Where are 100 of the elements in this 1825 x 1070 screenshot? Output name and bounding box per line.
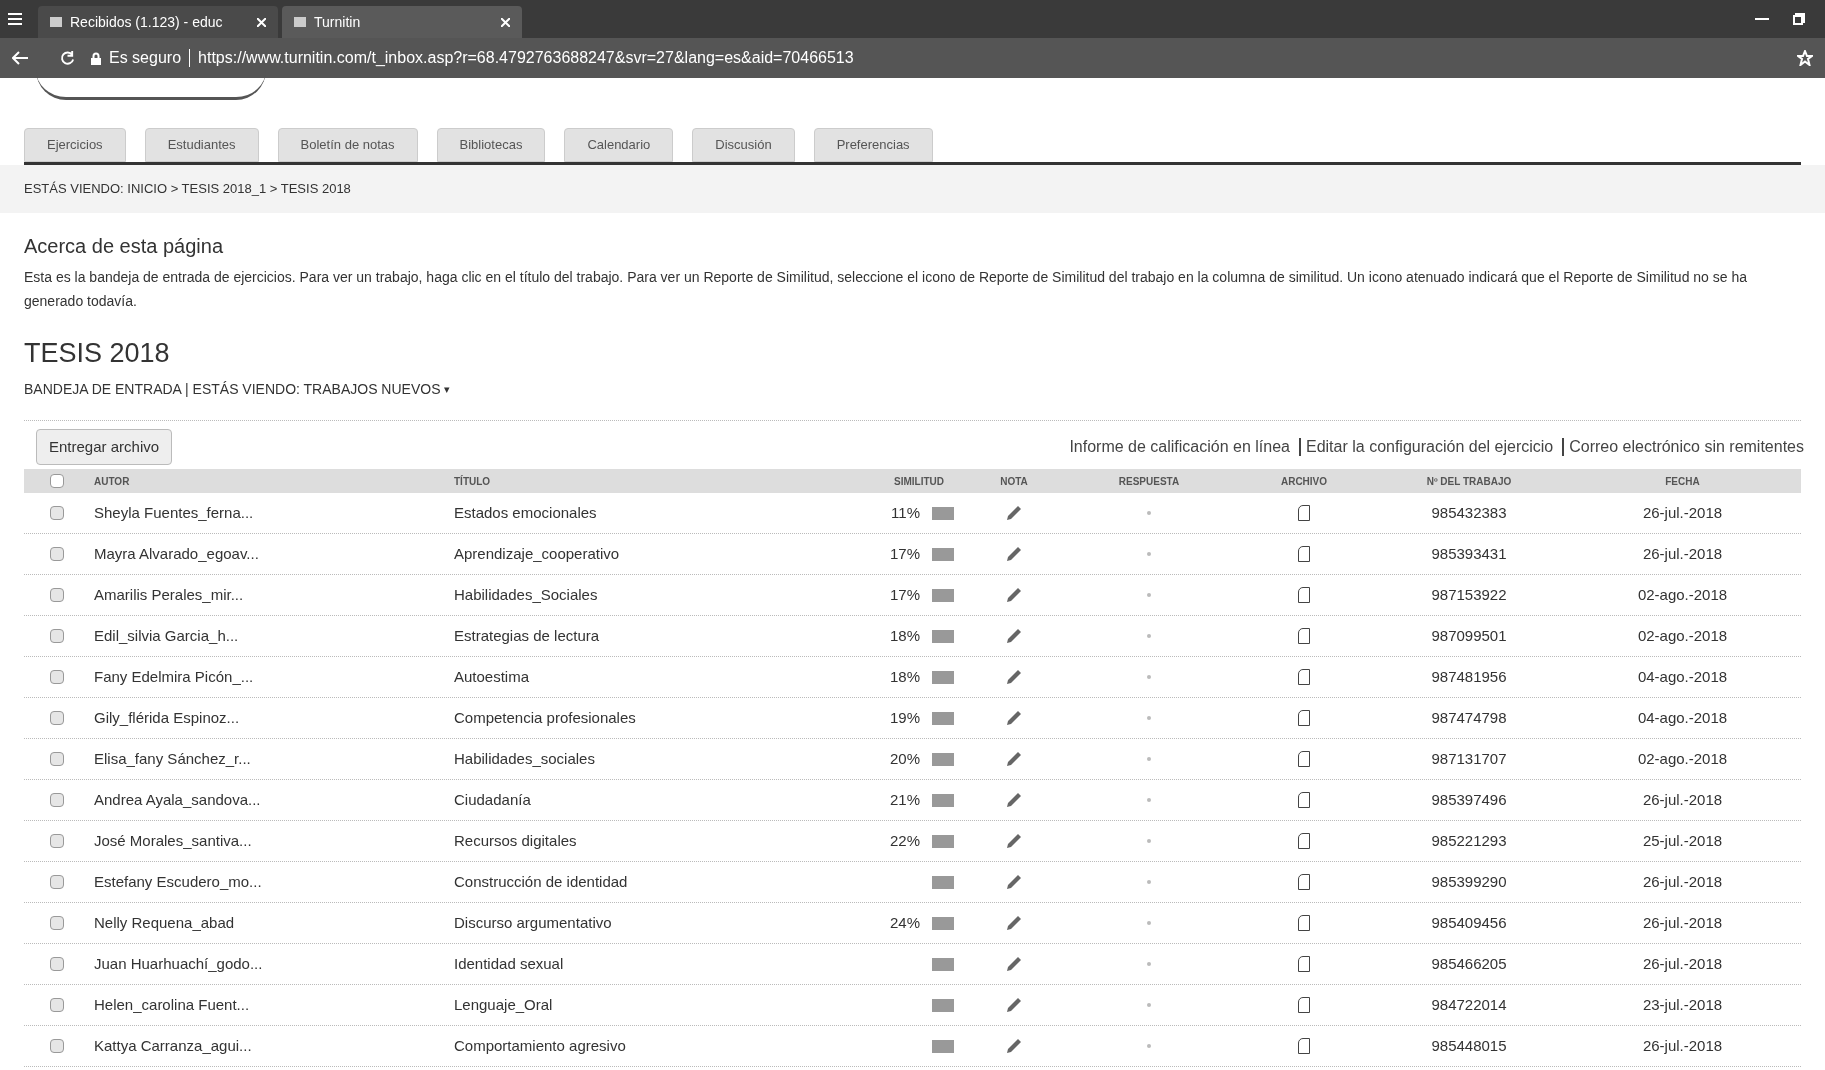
row-checkbox[interactable] [50,752,64,766]
row-checkbox[interactable] [50,916,64,930]
date-cell-text: 26-jul.-2018 [1642,543,1723,564]
row-checkbox[interactable] [50,793,64,807]
author-cell-text: Nelly Requena_abad [94,912,236,933]
nav-tab[interactable]: Ejercicios [24,128,126,162]
nav-tab[interactable]: Bibliotecas [436,128,546,162]
similarity-report-icon[interactable] [932,875,954,889]
pencil-icon[interactable] [1005,996,1023,1014]
file-icon[interactable] [1298,833,1310,849]
file-icon[interactable] [1298,792,1310,808]
select-all-checkbox[interactable] [50,474,64,488]
pencil-icon[interactable] [1005,873,1023,891]
file-icon[interactable] [1298,546,1310,562]
row-checkbox[interactable] [50,834,64,848]
similarity-report-icon[interactable] [932,752,954,766]
pencil-icon[interactable] [1005,791,1023,809]
restore-icon[interactable] [1793,13,1805,25]
file-icon[interactable] [1298,956,1310,972]
paper-title-link[interactable]: Ciudadanía [454,788,531,812]
pencil-icon[interactable] [1005,914,1023,932]
dropdown-caret-icon[interactable]: ▾ [444,381,451,398]
similarity-report-icon[interactable] [932,588,954,602]
pencil-icon[interactable] [1005,750,1023,768]
pencil-icon[interactable] [1005,545,1023,563]
paper-title-link[interactable]: Discurso argumentativo [454,911,612,935]
similarity-report-icon[interactable] [932,506,954,520]
row-checkbox[interactable] [50,711,64,725]
paper-title-link[interactable]: Construcción de identidad [454,870,628,894]
pencil-icon[interactable] [1005,627,1023,645]
toolbar-link[interactable]: Informe de calificación en línea [1064,438,1295,456]
similarity-report-icon[interactable] [932,998,954,1012]
file-icon[interactable] [1298,669,1310,685]
row-checkbox[interactable] [50,875,64,889]
paper-title-link[interactable]: Estados emocionales [454,501,597,525]
back-icon[interactable] [12,51,28,65]
file-icon[interactable] [1298,710,1310,726]
similarity-percent: 19% [889,707,920,728]
file-icon[interactable] [1298,915,1310,931]
file-icon[interactable] [1298,587,1310,603]
file-icon[interactable] [1298,751,1310,767]
paper-title-link[interactable]: Comportamiento agresivo [454,1034,626,1058]
paper-id-cell-text: 987153922 [1431,584,1507,605]
pencil-icon[interactable] [1005,709,1023,727]
paper-id-cell-text: 985448015 [1431,1035,1507,1056]
pencil-icon[interactable] [1005,1037,1023,1055]
file-icon[interactable] [1298,1038,1310,1054]
similarity-report-icon[interactable] [932,547,954,561]
row-checkbox[interactable] [50,588,64,602]
star-icon[interactable] [1797,50,1813,66]
nav-tab[interactable]: Discusión [692,128,795,162]
pencil-icon[interactable] [1005,955,1023,973]
paper-title-link[interactable]: Autoestima [454,665,530,689]
similarity-report-icon[interactable] [932,957,954,971]
paper-title-link[interactable]: Recursos digitales [454,829,577,853]
pencil-icon[interactable] [1005,586,1023,604]
similarity-report-icon[interactable] [932,793,954,807]
row-checkbox[interactable] [50,1039,64,1053]
toolbar-link[interactable]: Editar la configuración del ejercicio [1299,438,1559,456]
similarity-report-icon[interactable] [932,916,954,930]
paper-title-link[interactable]: Habilidades_Sociales [454,583,598,607]
nav-tab[interactable]: Calendario [564,128,674,162]
submit-file-button[interactable]: Entregar archivo [36,429,173,465]
row-checkbox[interactable] [50,670,64,684]
close-icon[interactable] [501,17,510,27]
pencil-icon[interactable] [1005,832,1023,850]
row-checkbox[interactable] [50,957,64,971]
close-icon[interactable] [257,17,266,27]
browser-tab[interactable]: Turnitin [282,6,522,38]
pencil-icon[interactable] [1005,504,1023,522]
row-checkbox[interactable] [50,998,64,1012]
toolbar-link[interactable]: Correo electrónico sin remitentes [1562,438,1809,456]
paper-title-link[interactable]: Identidad sexual [454,952,564,976]
similarity-report-icon[interactable] [932,711,954,725]
nav-tab[interactable]: Preferencias [813,128,933,162]
row-checkbox[interactable] [50,629,64,643]
paper-title-link[interactable]: Lenguaje_Oral [454,993,553,1017]
row-checkbox[interactable] [50,506,64,520]
date-cell-text: 26-jul.-2018 [1642,912,1723,933]
paper-id-cell-text: 985466205 [1431,953,1507,974]
file-icon[interactable] [1298,628,1310,644]
column-header: RESPUESTA [1118,474,1180,489]
nav-tab[interactable]: Estudiantes [144,128,259,162]
paper-title-link[interactable]: Habilidades_sociales [454,747,595,771]
similarity-report-icon[interactable] [932,629,954,643]
paper-title-link[interactable]: Competencia profesionales [454,706,636,730]
similarity-report-icon[interactable] [932,670,954,684]
pencil-icon[interactable] [1005,668,1023,686]
file-icon[interactable] [1298,505,1310,521]
row-checkbox[interactable] [50,547,64,561]
similarity-report-icon[interactable] [932,1039,954,1053]
file-icon[interactable] [1298,874,1310,890]
reload-icon[interactable] [60,50,75,66]
paper-title-link[interactable]: Aprendizaje_cooperativo [454,542,620,566]
browser-tab[interactable]: Recibidos (1.123) - educ [38,6,278,38]
similarity-report-icon[interactable] [932,834,954,848]
menu-icon[interactable] [8,13,22,25]
paper-title-link[interactable]: Estrategias de lectura [454,624,600,648]
file-icon[interactable] [1298,997,1310,1013]
nav-tab[interactable]: Boletín de notas [277,128,418,162]
